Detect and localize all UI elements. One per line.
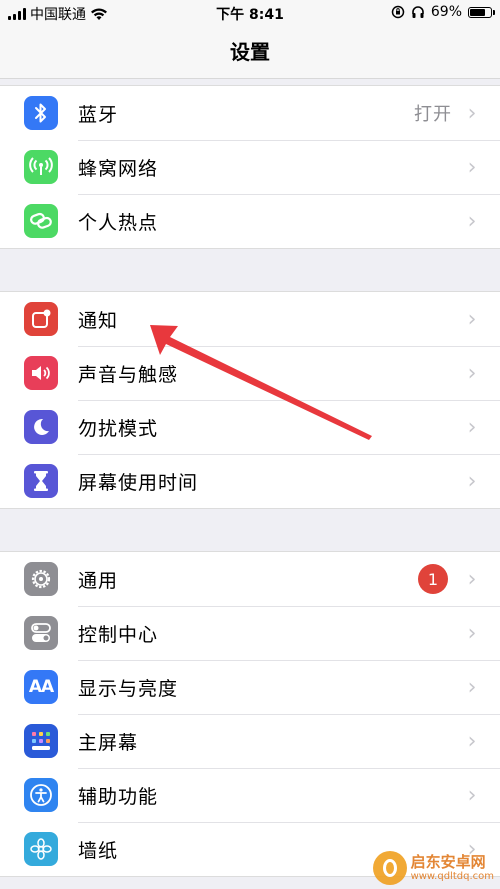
text-size-icon: AA bbox=[24, 670, 58, 704]
chevron-right-icon: › bbox=[467, 783, 477, 808]
row-label: 辅助功能 bbox=[78, 786, 159, 808]
row-label: 通知 bbox=[78, 309, 119, 332]
settings-row-screen-time[interactable]: 屏幕使用时间 › bbox=[0, 454, 500, 508]
row-label: 蜂窝网络 bbox=[78, 158, 159, 180]
row-label: 主屏幕 bbox=[78, 732, 139, 754]
bluetooth-icon bbox=[24, 96, 58, 130]
chevron-right-icon: › bbox=[467, 361, 477, 386]
hotspot-link-icon bbox=[24, 204, 58, 238]
watermark: 启东安卓网 www.qdltdq.com bbox=[372, 851, 494, 885]
row-label: 显示与亮度 bbox=[78, 678, 179, 700]
accessibility-icon bbox=[24, 778, 58, 812]
row-label: 声音与触感 bbox=[78, 364, 179, 386]
row-label: 屏幕使用时间 bbox=[78, 472, 199, 494]
battery-percent: 69% bbox=[430, 4, 462, 20]
settings-group-general: 通用 1 › 控制中心 › AA 显示与亮度 › 主屏幕 › 辅助功能 › 墙纸… bbox=[0, 551, 500, 877]
watermark-title: 启东安卓网 bbox=[410, 853, 486, 872]
settings-row-accessibility[interactable]: 辅助功能 › bbox=[0, 768, 500, 822]
row-label: 通用 bbox=[78, 569, 119, 592]
chevron-right-icon: › bbox=[467, 306, 477, 332]
chevron-right-icon: › bbox=[467, 675, 477, 700]
settings-row-cellular[interactable]: 蜂窝网络 › bbox=[0, 140, 500, 194]
watermark-logo-icon bbox=[372, 851, 407, 885]
status-right: 69% bbox=[391, 4, 495, 20]
row-label: 个人热点 bbox=[78, 212, 159, 234]
hourglass-icon bbox=[24, 464, 58, 498]
battery-icon bbox=[468, 6, 495, 18]
settings-group-notifications: 通知 › 声音与触感 › 勿扰模式 › 屏幕使用时间 › bbox=[0, 291, 500, 509]
bluetooth-status: 打开 bbox=[414, 104, 452, 125]
chevron-right-icon: › bbox=[467, 155, 477, 180]
page-title: 设置 bbox=[230, 40, 270, 64]
update-badge: 1 bbox=[418, 564, 448, 594]
row-label: 蓝牙 bbox=[78, 103, 119, 126]
nav-bar: 设置 bbox=[0, 26, 500, 79]
home-grid-icon bbox=[24, 724, 58, 758]
chevron-right-icon: › bbox=[467, 621, 477, 646]
settings-row-bluetooth[interactable]: 蓝牙 打开 › bbox=[0, 86, 500, 140]
chevron-right-icon: › bbox=[467, 469, 477, 494]
notifications-icon bbox=[24, 302, 58, 336]
watermark-url: www.qdltdq.com bbox=[410, 870, 494, 882]
settings-row-hotspot[interactable]: 个人热点 › bbox=[0, 194, 500, 248]
settings-row-notifications[interactable]: 通知 › bbox=[0, 292, 500, 346]
settings-row-do-not-disturb[interactable]: 勿扰模式 › bbox=[0, 400, 500, 454]
gear-icon bbox=[24, 562, 58, 596]
settings-row-display[interactable]: AA 显示与亮度 › bbox=[0, 660, 500, 714]
speaker-icon bbox=[24, 356, 58, 390]
chevron-right-icon: › bbox=[467, 415, 477, 440]
flower-icon bbox=[24, 832, 58, 866]
orientation-lock-icon bbox=[391, 5, 405, 19]
status-bar: 中国联通 下午 8:41 69% bbox=[0, 0, 500, 26]
headphones-icon bbox=[412, 6, 424, 18]
cellular-antenna-icon bbox=[24, 150, 58, 184]
row-label: 勿扰模式 bbox=[78, 418, 159, 440]
settings-group-connectivity: 蓝牙 打开 › 蜂窝网络 › 个人热点 › bbox=[0, 85, 500, 249]
toggles-icon bbox=[24, 616, 58, 650]
settings-list: 蓝牙 打开 › 蜂窝网络 › 个人热点 › 通知 › 声音与触感 › 勿扰模式 … bbox=[0, 85, 500, 877]
chevron-right-icon: › bbox=[467, 729, 477, 754]
settings-row-home-screen[interactable]: 主屏幕 › bbox=[0, 714, 500, 768]
chevron-right-icon: › bbox=[467, 100, 477, 126]
chevron-right-icon: › bbox=[467, 209, 477, 234]
settings-row-general[interactable]: 通用 1 › bbox=[0, 552, 500, 606]
settings-row-sounds[interactable]: 声音与触感 › bbox=[0, 346, 500, 400]
chevron-right-icon: › bbox=[467, 566, 477, 592]
text-size-glyph: AA bbox=[28, 677, 54, 697]
settings-row-control-center[interactable]: 控制中心 › bbox=[0, 606, 500, 660]
row-label: 控制中心 bbox=[78, 624, 159, 646]
moon-icon bbox=[24, 410, 58, 444]
